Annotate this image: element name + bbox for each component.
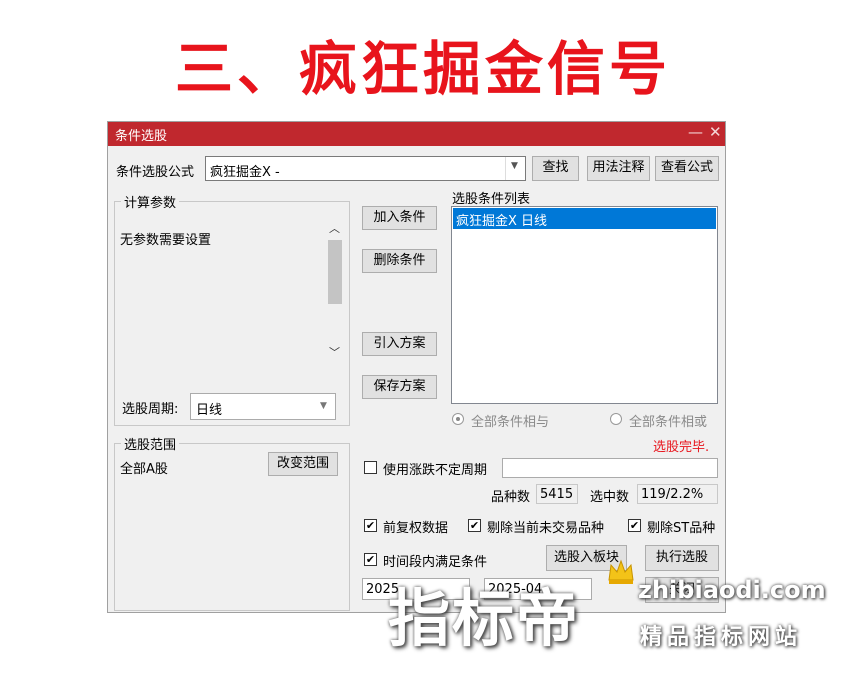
condition-item-label: 疯狂掘金X 日线: [456, 214, 548, 229]
exclude-st-label: 剔除ST品种: [647, 521, 716, 536]
condition-list[interactable]: 疯狂掘金X 日线: [451, 206, 718, 404]
selected-box: 119/2.2%: [637, 484, 718, 504]
selected-value: 119/2.2%: [641, 487, 704, 502]
delete-condition-button[interactable]: 删除条件: [362, 249, 437, 273]
params-title: 计算参数: [121, 192, 180, 211]
scroll-down-icon[interactable]: ﹀: [329, 344, 340, 360]
change-range-button[interactable]: 改变范围: [268, 452, 338, 476]
params-text: 无参数需要设置: [120, 233, 212, 248]
condition-list-item[interactable]: 疯狂掘金X 日线: [453, 208, 716, 229]
title-bar: 条件选股 — ✕: [108, 122, 725, 146]
formula-value: 疯狂掘金X -: [210, 165, 280, 180]
range-value: 全部A股: [120, 462, 168, 477]
condition-list-title: 选股条件列表: [452, 192, 531, 207]
use-period-checkbox[interactable]: [364, 461, 377, 474]
chevron-down-icon[interactable]: ▼: [320, 401, 327, 411]
stock-selection-window: 条件选股 — ✕ 条件选股公式 疯狂掘金X - ▼ 查找 用法注释 查看公式 计…: [107, 121, 726, 613]
fq-checkbox[interactable]: ✔: [364, 519, 377, 532]
scroll-up-icon[interactable]: ︿: [329, 220, 340, 236]
crown-icon: [606, 556, 636, 586]
range-title: 选股范围: [121, 434, 180, 453]
formula-label: 条件选股公式: [116, 165, 195, 180]
usage-button[interactable]: 用法注释: [587, 156, 650, 181]
page-heading: 三、疯狂掘金信号: [174, 35, 671, 103]
use-period-label: 使用涨跌不定周期: [383, 463, 488, 478]
minimize-icon[interactable]: —: [688, 123, 703, 141]
add-condition-button[interactable]: 加入条件: [362, 206, 437, 230]
params-scrollbar[interactable]: ︿ ﹀: [326, 220, 344, 360]
radio-all-and-label: 全部条件相与: [471, 415, 550, 430]
use-period-input[interactable]: [502, 458, 718, 478]
radio-all-or[interactable]: [610, 413, 622, 425]
status-text: 选股完毕.: [653, 440, 710, 455]
exclude-untraded-label: 剔除当前未交易品种: [487, 521, 605, 536]
import-scheme-button[interactable]: 引入方案: [362, 332, 437, 356]
watermark-logo-text: 指标帝: [388, 582, 581, 655]
save-scheme-button[interactable]: 保存方案: [362, 375, 437, 399]
find-button[interactable]: 查找: [532, 156, 579, 181]
exclude-st-checkbox[interactable]: ✔: [628, 519, 641, 532]
watermark-url: zhibiaodi.com: [638, 576, 826, 604]
time-range-checkbox[interactable]: ✔: [364, 553, 377, 566]
window-title: 条件选股: [115, 129, 168, 144]
period-select[interactable]: 日线 ▼: [190, 393, 336, 420]
exclude-untraded-checkbox[interactable]: ✔: [468, 519, 481, 532]
fq-label: 前复权数据: [383, 521, 449, 536]
chevron-down-icon: ▼: [511, 161, 518, 171]
watermark-subtitle: 精品指标网站: [640, 625, 803, 650]
selected-label: 选中数: [590, 490, 630, 505]
period-label: 选股周期:: [122, 402, 179, 417]
execute-button[interactable]: 执行选股: [645, 545, 719, 571]
scroll-thumb[interactable]: [328, 240, 342, 304]
period-value: 日线: [196, 403, 223, 418]
count-label: 品种数: [491, 490, 531, 505]
formula-select[interactable]: 疯狂掘金X - ▼: [205, 156, 526, 181]
count-box: 5415: [536, 484, 578, 504]
radio-all-and[interactable]: [452, 413, 464, 425]
count-value: 5415: [540, 487, 574, 502]
radio-all-or-label: 全部条件相或: [629, 415, 708, 430]
formula-dropdown-button[interactable]: ▼: [505, 157, 526, 180]
view-formula-button[interactable]: 查看公式: [655, 156, 719, 181]
close-icon[interactable]: ✕: [709, 123, 722, 141]
